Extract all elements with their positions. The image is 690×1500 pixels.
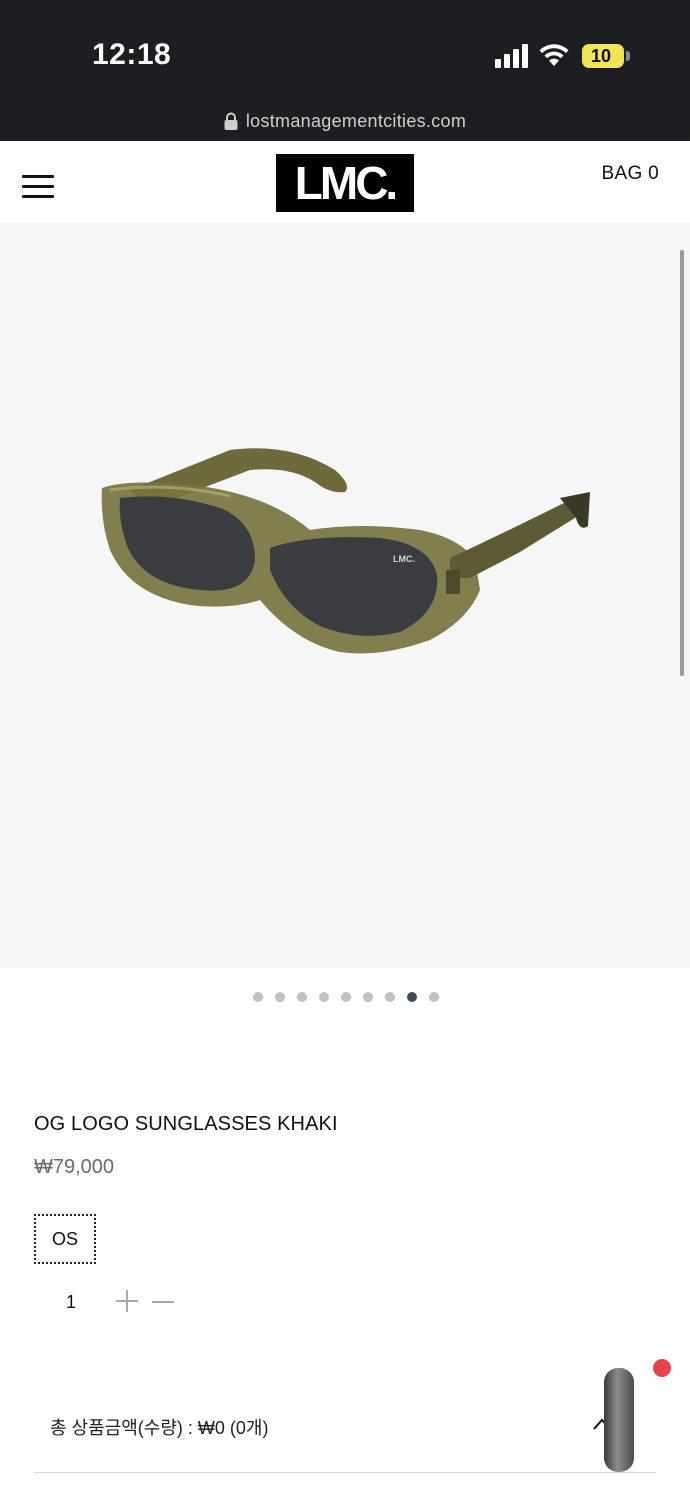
gallery-dot[interactable] xyxy=(253,992,263,1002)
status-time: 12:18 xyxy=(92,38,172,71)
address-bar[interactable]: lostmanagementcities.com xyxy=(0,110,690,138)
cellular-signal-icon xyxy=(495,44,529,68)
product-price: ₩79,000 xyxy=(34,1156,115,1178)
gallery-dot[interactable] xyxy=(363,992,373,1002)
url-text: lostmanagementcities.com xyxy=(245,110,467,131)
battery-level: 10 xyxy=(590,46,612,66)
divider xyxy=(34,1472,656,1473)
battery-icon: 10 xyxy=(582,44,624,68)
gallery-dot[interactable] xyxy=(385,992,395,1002)
sunglasses-product-image: LMC. xyxy=(101,448,590,654)
total-price-summary: 총 상품금액(수량) : ₩0 (0개) xyxy=(50,1418,269,1438)
plus-icon[interactable] xyxy=(116,1290,138,1312)
gallery-dot[interactable] xyxy=(297,992,307,1002)
svg-text:LMC.: LMC. xyxy=(393,554,415,564)
gallery-dot[interactable] xyxy=(341,992,351,1002)
floating-chat-widget[interactable] xyxy=(604,1368,634,1472)
size-option-button[interactable]: OS xyxy=(34,1214,96,1264)
product-title: OG LOGO SUNGLASSES KHAKI xyxy=(34,1113,338,1135)
notification-dot xyxy=(653,1359,671,1377)
gallery-dot[interactable] xyxy=(275,992,285,1002)
lmc-logo[interactable]: LMC. xyxy=(276,154,414,212)
gallery-dot[interactable] xyxy=(429,992,439,1002)
hamburger-menu-icon[interactable] xyxy=(22,175,54,199)
gallery-dot[interactable] xyxy=(319,992,329,1002)
battery-cap xyxy=(626,51,630,61)
gallery-dot-active[interactable] xyxy=(407,992,417,1002)
gallery-pagination xyxy=(0,992,690,1004)
wifi-icon xyxy=(539,44,569,66)
quantity-value[interactable]: 1 xyxy=(66,1292,76,1313)
gallery-scrollbar[interactable] xyxy=(680,250,684,676)
status-bar: 12:18 10 lostmanagementcities.com xyxy=(0,0,690,141)
bag-link[interactable]: BAG 0 xyxy=(602,163,659,185)
minus-icon[interactable] xyxy=(152,1301,174,1303)
site-header: LMC. BAG 0 xyxy=(0,141,690,223)
lock-icon xyxy=(224,112,238,131)
